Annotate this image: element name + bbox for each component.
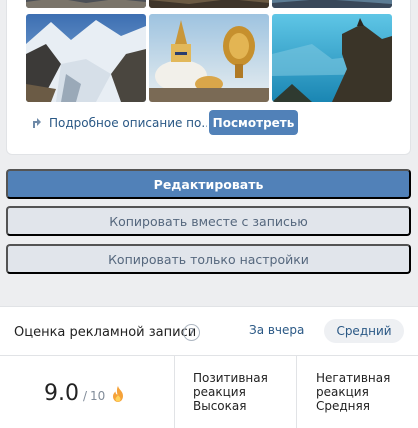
image-top-1[interactable]: [26, 0, 146, 8]
column-divider: [174, 356, 175, 428]
rating-title: Оценка рекламной записи: [14, 325, 197, 340]
positive-reaction-label-1: Позитивная: [193, 371, 268, 385]
link-arrow-icon: [33, 118, 41, 128]
detail-link-text[interactable]: Подробное описание по...: [49, 116, 207, 130]
positive-reaction-value: Высокая: [193, 399, 247, 413]
image-top-2[interactable]: [149, 0, 269, 8]
period-selector[interactable]: За вчера: [249, 323, 304, 337]
score-separator: /: [83, 389, 88, 403]
detail-link[interactable]: Подробное описание по...: [31, 111, 207, 135]
image-glacier[interactable]: [26, 14, 146, 102]
view-button[interactable]: Посмотреть: [209, 110, 298, 135]
column-divider: [296, 356, 297, 428]
copy-settings-button[interactable]: Копировать только настройки: [6, 244, 411, 274]
image-stupa[interactable]: [149, 14, 269, 102]
ad-preview-card: Подробное описание по... Посмотреть: [6, 0, 411, 155]
help-icon[interactable]: ?: [183, 324, 200, 341]
edit-button[interactable]: Редактировать: [6, 169, 411, 199]
negative-reaction: Негативная реакция Средняя: [316, 371, 412, 413]
positive-reaction: Позитивная реакция Высокая: [193, 371, 289, 413]
negative-reaction-value: Средняя: [316, 399, 370, 413]
image-top-3[interactable]: [272, 0, 392, 8]
positive-reaction-label-2: реакция: [193, 385, 246, 399]
ad-rating-card: Оценка рекламной записи ? За вчера Средн…: [0, 306, 418, 428]
score: 9.0 / 10: [44, 381, 125, 406]
level-badge[interactable]: Средний: [324, 319, 404, 343]
score-value: 9.0: [44, 381, 79, 406]
copy-with-post-button[interactable]: Копировать вместе с записью: [6, 206, 411, 236]
negative-reaction-label-2: реакция: [316, 385, 369, 399]
negative-reaction-label-1: Негативная: [316, 371, 391, 385]
score-max: 10: [90, 389, 106, 403]
rating-divider: [0, 355, 418, 356]
fire-icon: [113, 385, 124, 402]
image-cliff[interactable]: [272, 14, 392, 102]
